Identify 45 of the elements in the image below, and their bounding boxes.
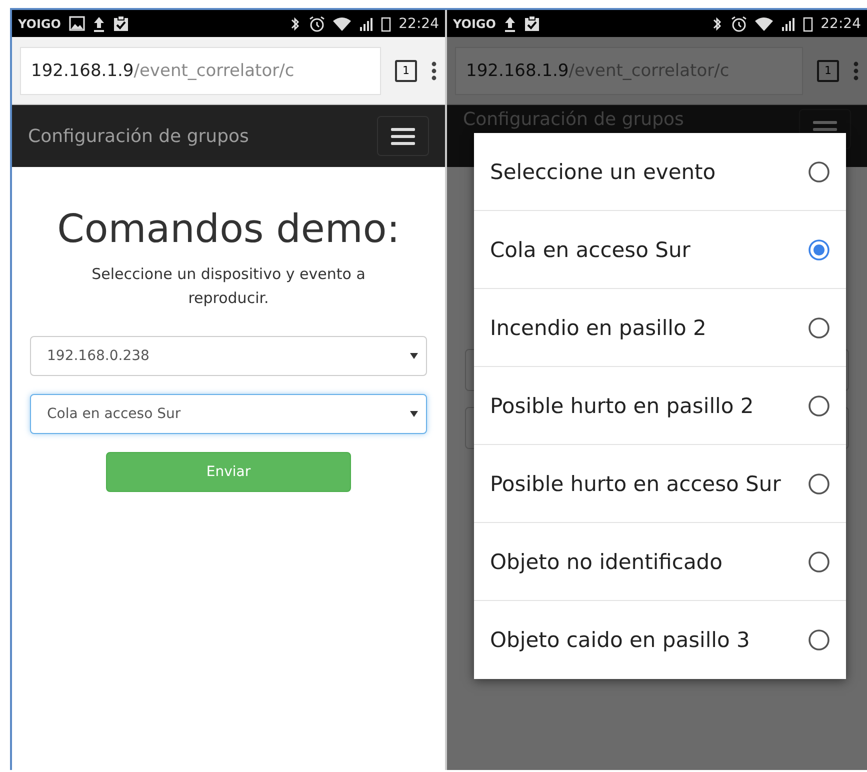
clock-time: 22:24 <box>398 16 439 32</box>
wifi-icon <box>332 16 351 30</box>
radio-button[interactable] <box>808 238 830 260</box>
more-icon[interactable] <box>431 60 437 80</box>
menu-button[interactable] <box>377 116 429 156</box>
signal-icon <box>780 16 795 30</box>
battery-icon <box>380 16 391 32</box>
option-item[interactable]: Incendio en pasillo 2 <box>474 289 846 367</box>
clipboard-icon <box>524 15 540 32</box>
upload-icon <box>92 16 105 32</box>
upload-icon <box>504 16 516 32</box>
radio-button[interactable] <box>808 316 830 338</box>
option-item[interactable]: Posible hurto en acceso Sur <box>474 445 846 523</box>
wifi-icon <box>754 16 773 30</box>
url-field[interactable]: 192.168.1.9/event_correlator/c <box>20 46 381 94</box>
navbar-title[interactable]: Configuración de grupos <box>28 126 249 146</box>
carrier-name: YOIGO <box>453 16 496 30</box>
radio-button[interactable] <box>808 394 830 416</box>
alarm-icon <box>730 16 747 32</box>
option-item[interactable]: Objeto caido en pasillo 3 <box>474 601 846 679</box>
caret-icon <box>410 353 418 359</box>
radio-button[interactable] <box>808 160 830 182</box>
page-heading: Comandos demo: <box>57 207 400 252</box>
tab-switcher[interactable]: 1 <box>395 60 417 82</box>
alarm-icon <box>308 16 325 32</box>
dropdown-field[interactable]: Cola en acceso Sur <box>30 394 427 434</box>
caret-icon <box>410 411 418 417</box>
bluetooth-icon <box>710 16 723 32</box>
clock-time: 22:24 <box>820 16 861 32</box>
radio-button[interactable] <box>808 629 830 651</box>
option-item[interactable]: Cola en acceso Sur <box>474 211 846 289</box>
tab-switcher[interactable]: 1 <box>817 60 839 82</box>
image-icon <box>68 16 85 31</box>
description: Seleccione un dispositivo y evento a reproducir. <box>90 264 366 309</box>
battery-icon <box>802 16 813 32</box>
radio-button[interactable] <box>808 550 830 572</box>
carrier-name: YOIGO <box>18 16 61 30</box>
radio-button[interactable] <box>808 472 830 494</box>
option-item[interactable]: Posible hurto en pasillo 2 <box>474 367 846 445</box>
clipboard-icon <box>112 15 129 32</box>
option-item[interactable]: Seleccione un evento <box>474 133 846 211</box>
signal-icon <box>358 16 373 30</box>
dropdown-field[interactable]: 192.168.0.238 <box>30 336 427 376</box>
bluetooth-icon <box>288 16 301 32</box>
option-item[interactable]: Objeto no identificado <box>474 523 846 601</box>
